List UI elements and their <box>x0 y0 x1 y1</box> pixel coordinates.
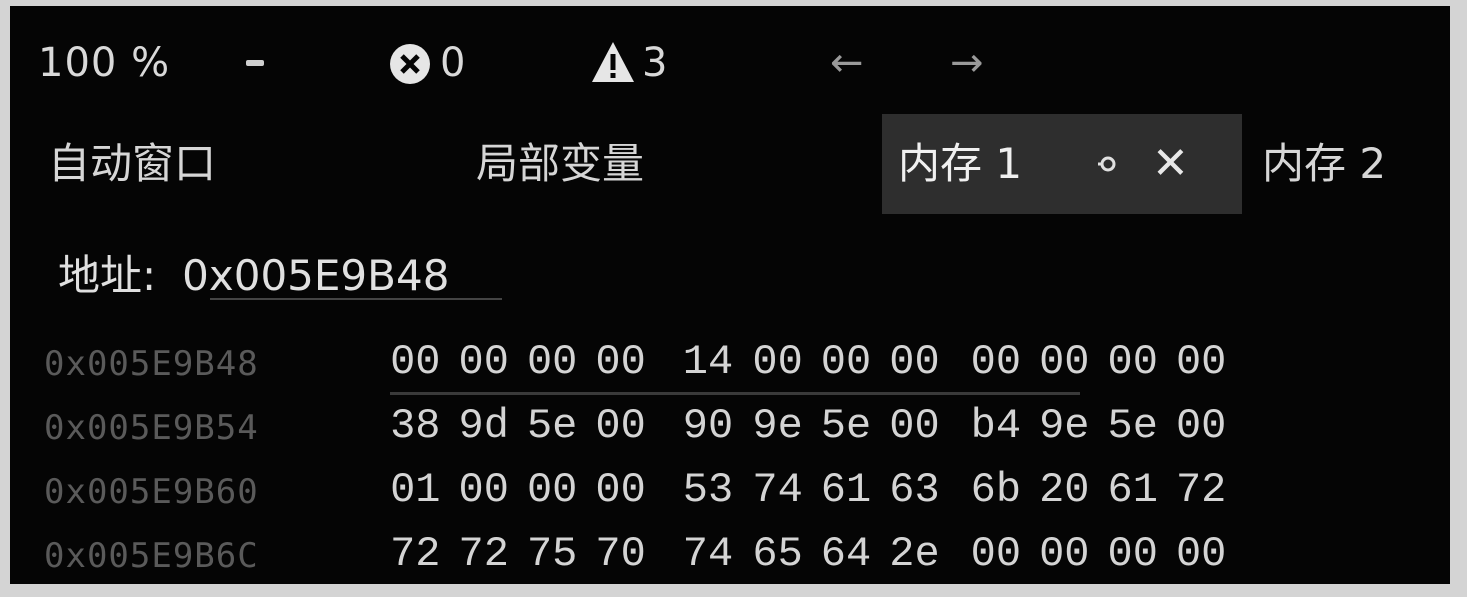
row-address: 0x005E9B54 <box>44 408 259 448</box>
tab-locals[interactable]: 局部变量 <box>476 114 644 214</box>
memory-byte[interactable]: 00 <box>748 338 808 386</box>
memory-byte[interactable]: 14 <box>678 338 738 386</box>
memory-byte[interactable]: b4 <box>966 402 1026 450</box>
memory-byte[interactable]: 00 <box>1034 530 1094 578</box>
tab-memory-1-label: 内存 1 <box>898 139 1023 188</box>
address-bar: 地址: 0x005E9B48 <box>58 242 449 303</box>
memory-byte[interactable]: 61 <box>1103 466 1163 514</box>
memory-byte[interactable]: 00 <box>591 402 651 450</box>
memory-byte[interactable]: 00 <box>966 530 1026 578</box>
memory-byte[interactable]: 00 <box>385 338 445 386</box>
memory-byte[interactable]: 00 <box>1103 530 1163 578</box>
arrow-right-icon[interactable]: → <box>950 40 984 86</box>
warning-count[interactable]: 3 <box>642 40 667 86</box>
address-input[interactable]: 0x005E9B48 <box>182 251 449 300</box>
memory-byte[interactable]: 53 <box>678 466 738 514</box>
tab-memory-2[interactable]: 内存 2 <box>1262 114 1386 214</box>
memory-byte[interactable]: 00 <box>522 466 582 514</box>
memory-byte[interactable]: 00 <box>1171 530 1231 578</box>
error-count[interactable]: 0 <box>440 40 465 86</box>
memory-byte[interactable]: 00 <box>1103 338 1163 386</box>
memory-byte[interactable]: 74 <box>678 530 738 578</box>
memory-byte[interactable]: 64 <box>816 530 876 578</box>
memory-byte[interactable]: 2e <box>884 530 944 578</box>
memory-byte[interactable]: 00 <box>522 338 582 386</box>
error-icon[interactable] <box>388 42 432 86</box>
memory-window: 100 % 0 3 ← → 自动窗口 局部变量 内存 1 ✕ 内存 2 地址: … <box>10 6 1450 584</box>
warning-icon[interactable] <box>590 40 636 84</box>
arrow-left-icon[interactable]: ← <box>830 40 864 86</box>
memory-byte[interactable]: 72 <box>1171 466 1231 514</box>
memory-byte[interactable]: 72 <box>385 530 445 578</box>
memory-byte[interactable]: 5e <box>1103 402 1163 450</box>
memory-byte[interactable]: 74 <box>748 466 808 514</box>
zoom-dropdown-icon[interactable] <box>246 60 264 66</box>
memory-byte[interactable]: 00 <box>884 338 944 386</box>
row-address: 0x005E9B60 <box>44 472 259 512</box>
memory-byte[interactable]: 00 <box>1034 338 1094 386</box>
memory-byte[interactable]: 00 <box>884 402 944 450</box>
address-underline <box>210 298 502 300</box>
memory-byte[interactable]: 20 <box>1034 466 1094 514</box>
address-label: 地址: <box>58 251 157 300</box>
memory-row: 0x005E9B60 01 00 00 00 53 74 61 63 6b 20 61 72 <box>10 466 1450 530</box>
tab-memory-1[interactable]: 内存 1 ✕ <box>882 114 1242 214</box>
memory-byte[interactable]: 00 <box>816 338 876 386</box>
memory-byte[interactable]: 70 <box>591 530 651 578</box>
zoom-level[interactable]: 100 % <box>38 40 170 86</box>
memory-byte[interactable]: 9e <box>748 402 808 450</box>
memory-byte[interactable]: 00 <box>966 338 1026 386</box>
row-address: 0x005E9B48 <box>44 344 259 384</box>
memory-byte[interactable]: 63 <box>884 466 944 514</box>
selection-underline <box>390 392 1080 395</box>
memory-byte[interactable]: 5e <box>522 402 582 450</box>
row-address: 0x005E9B6C <box>44 536 259 576</box>
memory-byte[interactable]: 9e <box>1034 402 1094 450</box>
memory-byte[interactable]: 9d <box>454 402 514 450</box>
tab-strip: 自动窗口 局部变量 内存 1 ✕ 内存 2 <box>10 114 1450 214</box>
memory-byte[interactable]: 01 <box>385 466 445 514</box>
memory-byte[interactable]: 38 <box>385 402 445 450</box>
pin-icon[interactable] <box>1098 154 1118 174</box>
memory-byte[interactable]: 61 <box>816 466 876 514</box>
memory-byte[interactable]: 90 <box>678 402 738 450</box>
memory-row: 0x005E9B54 38 9d 5e 00 90 9e 5e 00 b4 9e 5e 00 <box>10 402 1450 466</box>
memory-byte[interactable]: 00 <box>591 466 651 514</box>
tab-autos[interactable]: 自动窗口 <box>48 114 216 214</box>
memory-byte[interactable]: 00 <box>591 338 651 386</box>
close-icon[interactable]: ✕ <box>1152 114 1189 214</box>
memory-byte[interactable]: 6b <box>966 466 1026 514</box>
memory-row: 0x005E9B6C 72 72 75 70 74 65 64 2e 00 00 00 00 <box>10 530 1450 594</box>
memory-byte[interactable]: 5e <box>816 402 876 450</box>
toolbar: 100 % 0 3 ← → <box>10 6 1450 106</box>
memory-byte[interactable]: 72 <box>454 530 514 578</box>
memory-byte[interactable]: 00 <box>1171 338 1231 386</box>
memory-byte[interactable]: 00 <box>454 338 514 386</box>
memory-byte[interactable]: 65 <box>748 530 808 578</box>
memory-byte[interactable]: 75 <box>522 530 582 578</box>
memory-byte[interactable]: 00 <box>1171 402 1231 450</box>
memory-byte[interactable]: 00 <box>454 466 514 514</box>
